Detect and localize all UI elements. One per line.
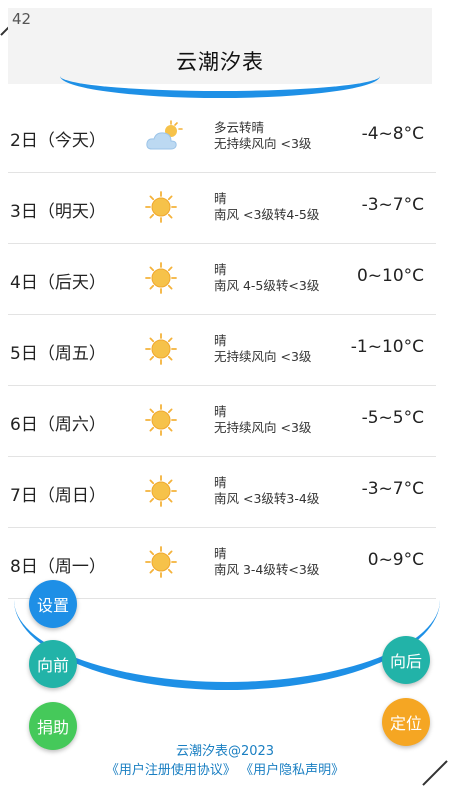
forecast-wind: 南风 4-5级转<3级 (214, 278, 320, 293)
forecast-date: 6日（周六） (10, 415, 106, 435)
forecast-weather: 晴 (214, 262, 227, 277)
privacy-policy-link[interactable]: 《用户隐私声明》 (240, 763, 344, 778)
forecast-wind: 南风 <3级转3-4级 (214, 491, 320, 506)
forecast-row: 3日（明天） 晴南风 <3级转4-5级 -3~7°C (8, 173, 436, 244)
user-agreement-link[interactable]: 《用户注册使用协议》 (106, 763, 236, 778)
sunny-icon (144, 190, 178, 224)
forecast-row: 2日（今天） 多云转晴 无持续风向 <3级 -4~8°C (8, 102, 436, 173)
forecast-temperature: 0~10°C (356, 266, 424, 286)
app-header: 42 云潮汐表 (8, 8, 432, 84)
forward-button[interactable]: 向前 (29, 640, 77, 688)
forecast-temperature: -3~7°C (361, 479, 424, 499)
forecast-wind: 无持续风向 <3级 (214, 136, 312, 151)
forecast-weather: 多云转晴 (214, 120, 265, 135)
forecast-weather: 晴 (214, 546, 227, 561)
forecast-date: 8日（周一） (10, 557, 106, 577)
sunny-icon (144, 545, 178, 579)
forecast-date: 7日（周日） (10, 486, 106, 506)
settings-button[interactable]: 设置 (29, 580, 77, 628)
forecast-weather: 晴 (214, 191, 227, 206)
forecast-row: 8日（周一） 晴南风 3-4级转<3级 0~9°C (8, 528, 436, 599)
forecast-description: 晴无持续风向 <3级 (214, 333, 311, 365)
forecast-description: 多云转晴 无持续风向 <3级 (214, 120, 311, 152)
forecast-wind: 无持续风向 <3级 (214, 420, 312, 435)
forecast-weather: 晴 (214, 333, 227, 348)
forecast-temperature: -3~7°C (361, 195, 424, 215)
forecast-row: 6日（周六） 晴无持续风向 <3级 -5~5°C (8, 386, 436, 457)
page-title: 云潮汐表 (176, 50, 264, 74)
sunny-icon (144, 474, 178, 508)
forecast-wind: 无持续风向 <3级 (214, 349, 312, 364)
forecast-row: 7日（周日） 晴南风 <3级转3-4级 -3~7°C (8, 457, 436, 528)
forecast-weather: 晴 (214, 475, 227, 490)
header-arc-decoration (60, 76, 380, 98)
forecast-weather: 晴 (214, 404, 227, 419)
forecast-temperature: -1~10°C (350, 337, 424, 357)
header-number: 42 (12, 10, 32, 28)
sunny-icon (144, 403, 178, 437)
forecast-description: 晴南风 <3级转3-4级 (214, 475, 319, 507)
forecast-wind: 南风 3-4级转<3级 (214, 562, 320, 577)
sunny-icon (144, 261, 178, 295)
forecast-description: 晴南风 4-5级转<3级 (214, 262, 319, 294)
locate-button[interactable]: 定位 (382, 698, 430, 746)
forecast-description: 晴无持续风向 <3级 (214, 404, 311, 436)
forecast-description: 晴南风 3-4级转<3级 (214, 546, 319, 578)
forecast-row: 5日（周五） 晴无持续风向 <3级 -1~10°C (8, 315, 436, 386)
forecast-date: 4日（后天） (10, 273, 106, 293)
forecast-temperature: 0~9°C (367, 550, 424, 570)
forecast-temperature: -4~8°C (361, 124, 424, 144)
footer-brand: 云潮汐表@2023 (175, 744, 275, 759)
forecast-date: 3日（明天） (10, 202, 106, 222)
forecast-description: 晴南风 <3级转4-5级 (214, 191, 319, 223)
bottom-arc-decoration (14, 600, 440, 690)
forecast-list: 2日（今天） 多云转晴 无持续风向 <3级 -4~8°C 3日（明天）晴南风 <3级转4… (8, 102, 436, 599)
forecast-date: 2日（今天） (10, 131, 106, 151)
forecast-row: 4日（后天） 晴南风 4-5级转<3级 0~10°C (8, 244, 436, 315)
backward-button[interactable]: 向后 (382, 636, 430, 684)
forecast-temperature: -5~5°C (361, 408, 424, 428)
footer-links: 《用户注册使用协议》 《用户隐私声明》 (0, 759, 450, 778)
sunny-icon (144, 332, 178, 366)
partly-cloudy-icon (144, 119, 183, 153)
forecast-wind: 南风 <3级转4-5级 (214, 207, 320, 222)
forecast-date: 5日（周五） (10, 344, 106, 364)
